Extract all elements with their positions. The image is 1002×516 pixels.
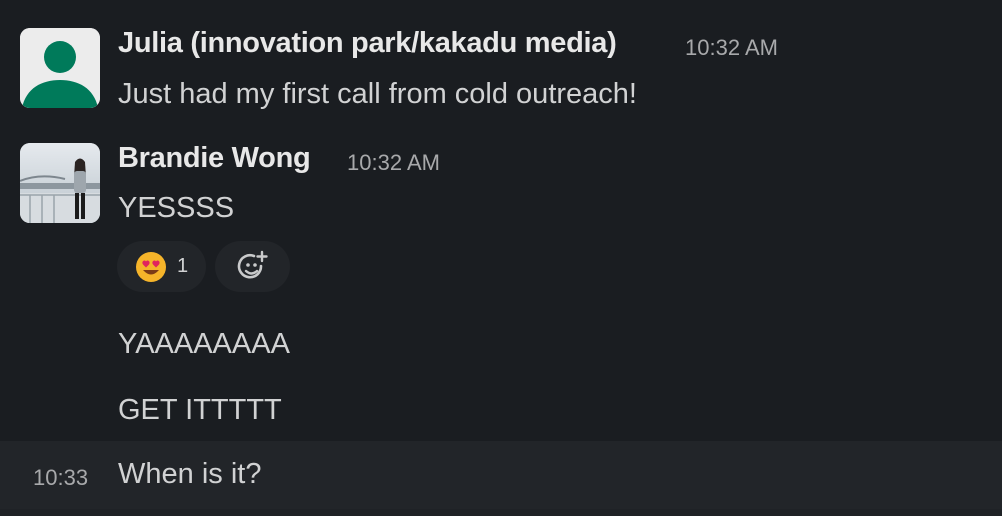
photo-avatar-icon [20, 143, 100, 223]
default-user-avatar-icon [20, 28, 100, 108]
message-timestamp[interactable]: 10:32 AM [347, 150, 440, 176]
add-reaction-icon [237, 250, 268, 278]
message-text: Just had my first call from cold outreac… [118, 78, 637, 110]
sender-name[interactable]: Brandie Wong [118, 142, 311, 175]
followup-message-text: When is it? [118, 458, 262, 490]
heart-eyes-emoji-icon [135, 251, 166, 282]
sender-name[interactable]: Julia (innovation park/kakadu media) [118, 27, 617, 60]
followup-message-text: YAAAAAAAA [118, 328, 290, 360]
avatar-brandie[interactable] [20, 143, 100, 223]
hovered-message-row[interactable]: 10:33 When is it? [0, 441, 1002, 509]
message-timestamp[interactable]: 10:33 [33, 465, 88, 491]
divider [0, 509, 1002, 516]
message-list: Julia (innovation park/kakadu media) 10:… [0, 0, 1002, 516]
message-text: YESSSS [118, 192, 235, 224]
avatar-julia[interactable] [20, 28, 100, 108]
reaction-heart-eyes[interactable]: 1 [117, 241, 206, 292]
message-timestamp[interactable]: 10:32 AM [685, 35, 778, 61]
add-reaction-button[interactable] [215, 241, 290, 292]
reaction-count: 1 [176, 255, 189, 277]
followup-message-text: GET ITTTTT [118, 394, 282, 426]
